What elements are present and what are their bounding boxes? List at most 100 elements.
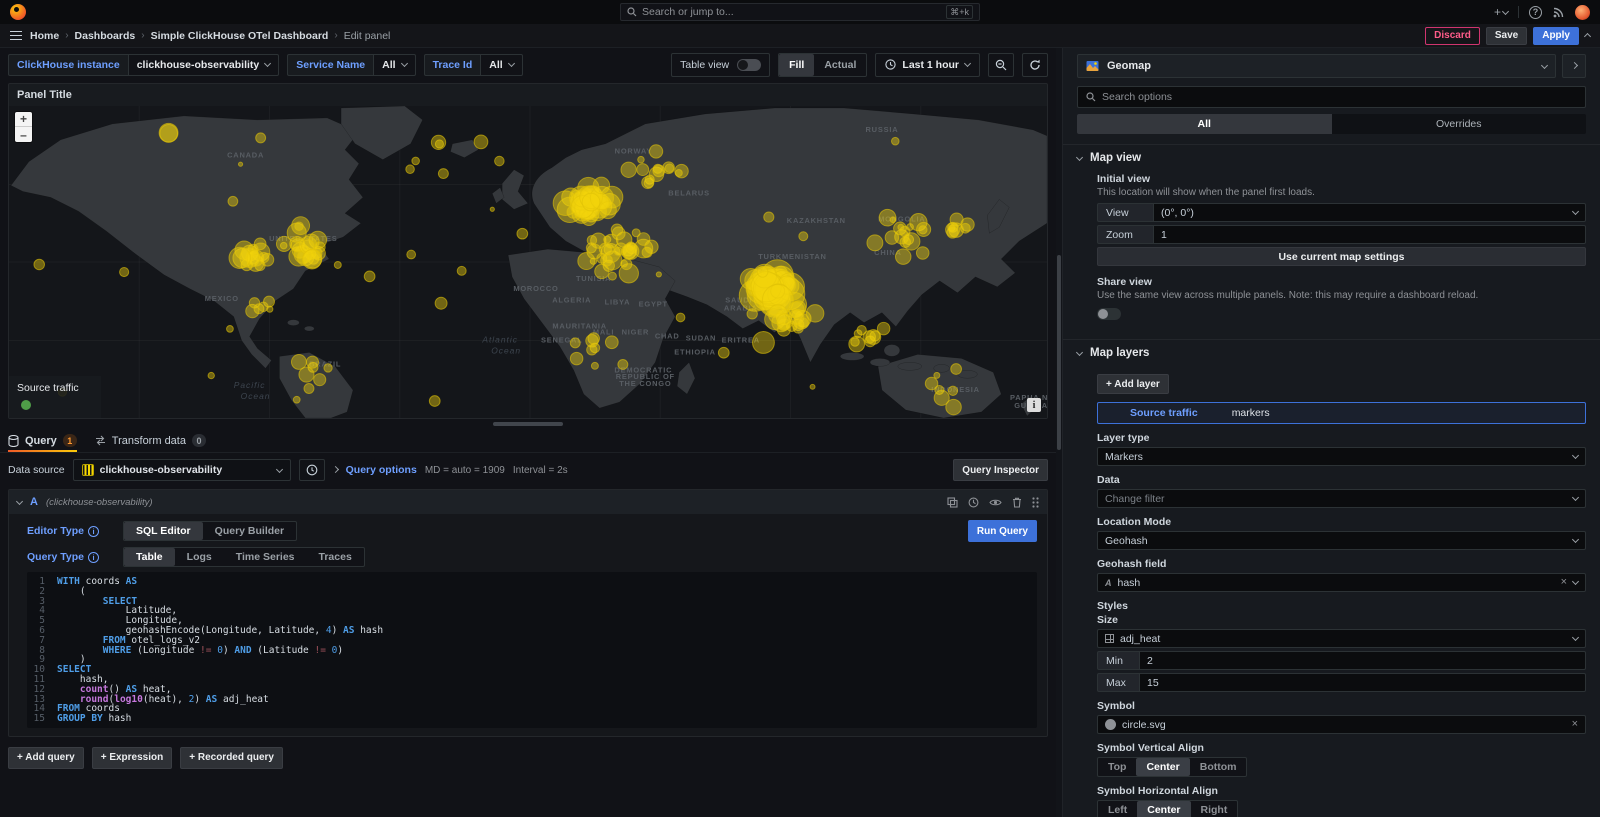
collapse-header-icon[interactable] [1584, 33, 1591, 40]
query-type-timeseries[interactable]: Time Series [224, 548, 307, 566]
view-select[interactable]: (0°, 0°) [1153, 203, 1586, 222]
clear-icon[interactable]: × [1572, 719, 1578, 730]
query-history-icon[interactable] [968, 497, 979, 508]
save-button[interactable]: Save [1486, 27, 1527, 45]
copy-query-icon[interactable] [947, 497, 958, 508]
collapse-options-button[interactable] [1562, 54, 1586, 78]
delete-query-icon[interactable] [1012, 497, 1022, 508]
layer-name[interactable]: Source traffic [1130, 407, 1198, 419]
min-input[interactable]: 2 [1139, 651, 1586, 670]
map-zoom-in-button[interactable]: + [15, 112, 32, 127]
news-icon[interactable] [1552, 6, 1565, 19]
share-view-desc: Use the same view across multiple panels… [1097, 290, 1517, 302]
query-options-link[interactable]: Query options [346, 464, 417, 476]
variable-value-dropdown[interactable]: All [373, 54, 415, 76]
query-options-chevron[interactable] [332, 465, 339, 472]
tab-query[interactable]: Query 1 [8, 434, 77, 452]
query-row-header[interactable]: A (clickhouse-observability) [9, 490, 1047, 514]
geomap-canvas[interactable]: RUSSIACANADAUNITED STATESMEXICOBRAZILNOR… [9, 106, 1047, 418]
tab-overrides[interactable]: Overrides [1332, 114, 1587, 134]
breadcrumb-home[interactable]: Home [30, 30, 59, 42]
query-type-logs[interactable]: Logs [175, 548, 224, 566]
hide-response-icon[interactable] [989, 498, 1002, 507]
map-marker [406, 165, 415, 174]
max-input[interactable]: 15 [1139, 673, 1586, 692]
location-mode-select[interactable]: Geohash [1097, 531, 1586, 550]
table-view-switch[interactable] [737, 59, 761, 71]
section-map-view[interactable]: Map view [1077, 145, 1586, 171]
align-top[interactable]: Top [1098, 758, 1136, 776]
map-label: NIGER [622, 328, 650, 337]
datasource-help-button[interactable] [299, 459, 325, 481]
menu-icon[interactable] [10, 31, 22, 41]
pane-resize-handle[interactable] [0, 419, 1056, 428]
zoom-out-time-button[interactable] [988, 53, 1014, 77]
sql-editor[interactable]: 1WITH coords AS2 (3 SELECT4 Latitude,5 L… [27, 572, 1037, 728]
map-marker [608, 272, 616, 280]
align-left[interactable]: Left [1098, 801, 1137, 817]
zoom-input[interactable]: 1 [1153, 225, 1586, 244]
geohash-field-select[interactable]: A hash × [1097, 573, 1586, 592]
query-builder-option[interactable]: Query Builder [203, 522, 296, 540]
map-zoom-out-button[interactable]: – [15, 127, 32, 142]
query-type-traces[interactable]: Traces [307, 548, 364, 566]
user-avatar[interactable] [1575, 5, 1590, 20]
align-center[interactable]: Center [1136, 758, 1189, 776]
run-query-button[interactable]: Run Query [968, 520, 1037, 542]
symbol-select[interactable]: circle.svg × [1097, 715, 1586, 734]
grafana-logo-icon[interactable] [10, 4, 26, 20]
align-center[interactable]: Center [1137, 801, 1190, 817]
map-marker [951, 364, 962, 375]
collapse-query-icon[interactable] [16, 497, 23, 504]
datasource-picker[interactable]: clickhouse-observability [73, 459, 291, 481]
query-inspector-button[interactable]: Query Inspector [953, 459, 1048, 481]
clock-icon [885, 59, 896, 70]
expression-button[interactable]: + Expression [92, 747, 173, 769]
panel-title[interactable]: Panel Title [9, 84, 1047, 106]
help-icon[interactable]: ? [1529, 6, 1542, 19]
breadcrumb-dashboards[interactable]: Dashboards [75, 30, 136, 42]
breadcrumb-dashboard-name[interactable]: Simple ClickHouse OTel Dashboard [151, 30, 329, 42]
query-type-table[interactable]: Table [124, 548, 175, 566]
section-map-layers[interactable]: Map layers [1077, 340, 1586, 366]
layer-item-source-traffic[interactable]: Source traffic markers [1097, 402, 1586, 424]
apply-button[interactable]: Apply [1533, 27, 1579, 45]
options-scrollbar[interactable] [1056, 48, 1062, 817]
clear-icon[interactable]: × [1561, 577, 1567, 588]
refresh-button[interactable] [1022, 53, 1048, 77]
time-range-picker[interactable]: Last 1 hour [875, 53, 980, 77]
fill-button[interactable]: Fill [779, 54, 814, 76]
scrollbar-thumb[interactable] [1057, 255, 1061, 450]
map-marker [810, 384, 815, 389]
visualization-picker[interactable]: Geomap [1077, 54, 1556, 78]
add-button[interactable]: + [1494, 5, 1508, 19]
add-layer-button[interactable]: + Add layer [1097, 374, 1169, 394]
search-input[interactable]: Search or jump to... ⌘+k [620, 3, 980, 21]
tab-transform-data[interactable]: Transform data 0 [95, 434, 206, 452]
info-icon[interactable]: i [88, 552, 99, 563]
map-marker [890, 217, 896, 223]
size-field-select[interactable]: adj_heat [1097, 629, 1586, 648]
share-view-switch[interactable] [1097, 308, 1121, 320]
discard-button[interactable]: Discard [1425, 27, 1480, 45]
query-ref-id: A [30, 496, 38, 508]
align-bottom[interactable]: Bottom [1190, 758, 1247, 776]
actual-button[interactable]: Actual [814, 54, 866, 76]
use-current-map-settings-button[interactable]: Use current map settings [1097, 247, 1586, 266]
align-right[interactable]: Right [1191, 801, 1238, 817]
layer-type-select[interactable]: Markers [1097, 447, 1586, 466]
add-query-button[interactable]: + Add query [8, 747, 84, 769]
info-icon[interactable]: i [88, 526, 99, 537]
sql-editor-option[interactable]: SQL Editor [124, 522, 203, 540]
map-attribution-button[interactable]: i [1027, 398, 1041, 412]
interval: Interval = 2s [513, 465, 568, 476]
data-filter-select[interactable]: Change filter [1097, 489, 1586, 508]
variable-value-dropdown[interactable]: All [480, 54, 522, 76]
drag-handle-icon[interactable] [1032, 497, 1039, 508]
query-tabs: Query 1 Transform data 0 [0, 428, 1056, 453]
tab-all[interactable]: All [1077, 114, 1332, 134]
variable-value-dropdown[interactable]: clickhouse-observability [128, 54, 280, 76]
recorded-query-button[interactable]: + Recorded query [180, 747, 283, 769]
table-view-toggle[interactable]: Table view [671, 53, 770, 77]
options-search-input[interactable]: Search options [1077, 86, 1586, 108]
